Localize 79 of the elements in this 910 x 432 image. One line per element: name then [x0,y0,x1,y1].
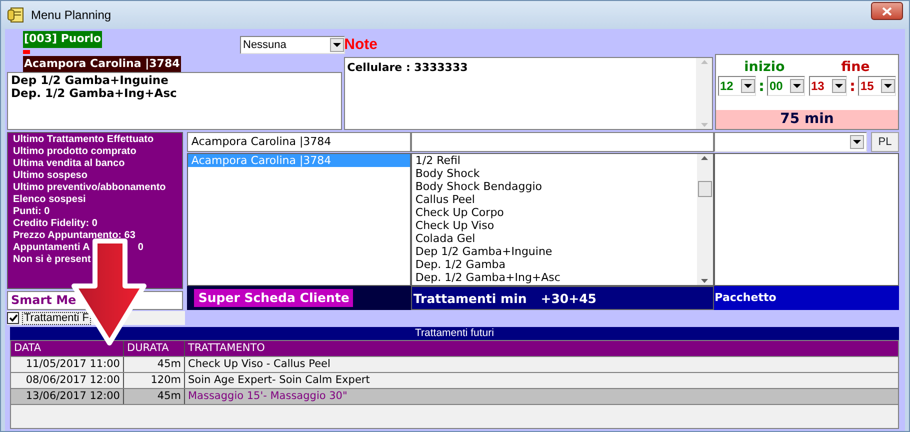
column-header: TRATTAMENTO [187,341,266,356]
super-scheda-button[interactable]: Super Scheda Cliente [194,288,354,308]
note-type-dropdown[interactable]: Nessuna [240,36,345,54]
scroll-thumb[interactable] [698,180,712,196]
time-separator: : [758,76,766,97]
info-menu-value: 0 [138,242,144,254]
window-title: Menu Planning [31,7,112,24]
info-menu-item[interactable]: Punti: 0 [13,206,50,218]
treatment-search-field[interactable] [411,132,714,152]
info-menu-item[interactable]: Credito Fidelity: 0 [13,218,98,230]
time-dropdown[interactable]: 12 [718,76,756,96]
note-field[interactable]: Cellulare : 3333333 [344,57,713,130]
treatment-list-item[interactable]: Check Up Viso [412,219,697,232]
treatment-list-item[interactable]: Dep. 1/2 Gamba [412,258,697,271]
note-label: Note [344,35,378,55]
scroll-up-icon [700,60,708,64]
info-menu-item[interactable]: Non si è present [13,254,91,266]
scrollbar[interactable] [696,58,712,129]
client-code-label: [003] Puorlo [23,31,102,48]
treatment-list-item[interactable]: Body Shock [412,167,697,180]
column-header: DURATA [124,341,185,356]
check-icon [8,314,18,322]
time-separator: : [848,76,856,97]
treatment-list-item[interactable]: 1/2 Refil [412,154,697,167]
package-label: Pacchetto [714,290,776,306]
time-dropdown[interactable]: 00 [767,76,805,96]
checkbox[interactable] [7,312,19,324]
start-label: inizio [744,58,785,75]
table-cell-text: Massaggio 15'- Massaggio 30" [187,389,348,404]
treatment-minutes-value: +30+45 [540,290,597,308]
info-menu-item[interactable]: Ultimo prodotto comprato [13,146,136,158]
info-menu-item[interactable]: Ultimo sospeso [13,170,88,182]
end-label: fine [841,58,870,75]
time-dropdown[interactable]: 15 [858,76,896,96]
time-dropdown[interactable]: 13 [808,76,847,96]
info-menu-item[interactable]: Prezzo Appuntamento: 63 [13,230,136,242]
table-cell-text: Soin Age Expert- Soin Calm Expert [187,373,371,388]
dropdown-arrow-icon [884,84,892,88]
table-cell: 11/05/2017 11:00 [11,357,124,372]
dropdown-arrow-icon [834,84,843,88]
info-menu-item[interactable]: Ultima vendita al banco [13,158,125,170]
close-button[interactable] [871,2,903,20]
pl-button[interactable]: PL [871,132,899,152]
app-icon [7,6,25,24]
status-marker [23,50,30,54]
treatment-minutes-label: Trattamenti min [413,290,527,308]
treatment-list-item[interactable]: Body Shock Bendaggio [412,180,697,193]
table-cell: 08/06/2017 12:00 [11,373,124,388]
client-name-label: Acampora Carolina |3784 [23,56,181,72]
treatment-list-item[interactable]: Dep. 1/2 Gamba+Ing+Asc [412,271,697,284]
dropdown-arrow-icon [853,140,861,144]
duration-label: 75 min [716,110,898,129]
customer-search-field[interactable]: Acampora Carolina |3784 [187,132,412,152]
dropdown-arrow-icon [744,84,752,88]
dropdown-arrow-icon [333,43,341,47]
treatment-list-item[interactable]: Callus Peel [412,193,697,206]
scroll-up-icon [701,156,708,160]
table-cell: 45m [124,357,185,372]
info-menu-item[interactable]: Appuntamenti A [13,242,90,254]
info-menu-item[interactable]: Ultimo preventivo/abbonamento [13,182,166,194]
info-menu-item[interactable]: Ultimo Trattamento Effettuato [13,134,154,146]
table-cell: 13/06/2017 12:00 [11,389,124,404]
table-cell: 120m [124,373,185,388]
info-menu-item[interactable]: Elenco sospesi [13,194,86,206]
table-cell-text: Check Up Viso - Callus Peel [187,357,332,372]
treatment-list-item[interactable]: Dep 1/2 Gamba+Inguine [412,245,697,258]
treatment-list-item[interactable]: Check Up Corpo [412,206,697,219]
close-icon [882,6,892,16]
table-cell: 45m [124,389,185,404]
treatment-list-item[interactable]: Colada Gel [412,232,697,245]
table-row[interactable]: 11/05/2017 11:00 45m Check Up Viso - Callus Peel [11,357,898,373]
table-row[interactable]: 13/06/2017 12:00 45m Massaggio 15'- Massaggio 30" [11,389,898,405]
dropdown-arrow-icon [792,84,801,88]
scroll-down-icon [700,123,708,127]
scrollbar[interactable] [696,154,713,285]
scroll-down-icon [701,279,708,283]
future-treatments-title: Trattamenti futuri [10,327,899,340]
client-treatments-box[interactable]: Dep 1/2 Gamba+Inguine Dep. 1/2 Gamba+Ing+Asc [7,72,342,130]
package-dropdown[interactable] [714,132,867,152]
